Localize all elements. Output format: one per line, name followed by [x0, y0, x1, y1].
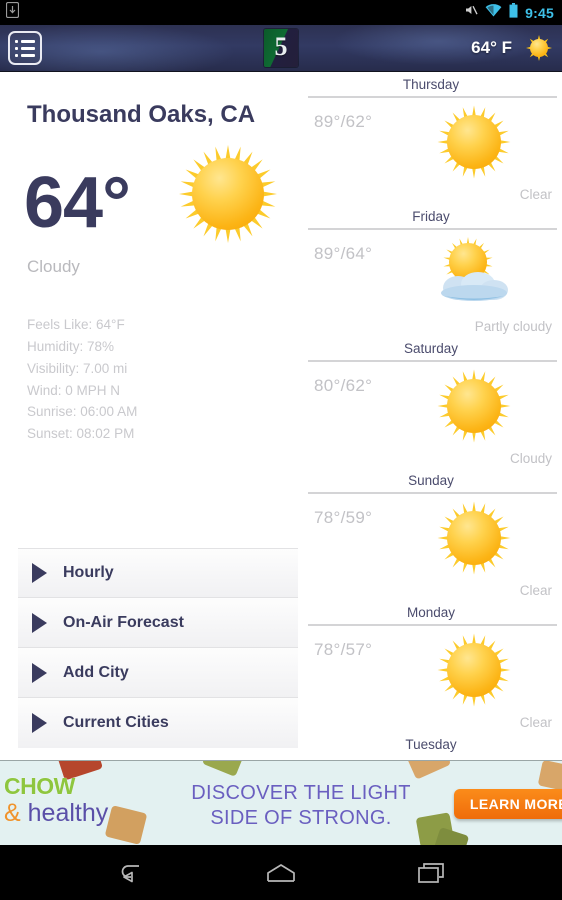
sidebar-item-label: Hourly	[63, 564, 114, 581]
sd-card-icon	[5, 1, 20, 23]
forecast-sun-icon	[436, 500, 512, 576]
android-navigation-bar	[0, 845, 562, 900]
city-name: Thousand Oaks, CA	[27, 101, 256, 128]
list-menu-icon[interactable]	[8, 31, 42, 65]
status-bar-right-icons: 9:45	[464, 2, 554, 23]
forecast-high-low: 80°/62°	[314, 376, 373, 395]
learn-more-button[interactable]: LEARN MORE	[453, 789, 562, 819]
forecast-condition: Partly cloudy	[474, 319, 552, 334]
forecast-condition: Clear	[519, 583, 552, 598]
app-action-bar: 5 64° F	[0, 25, 562, 72]
detail-humidity: Humidity: 78%	[27, 338, 115, 354]
current-condition-label: Cloudy	[27, 257, 80, 276]
forecast-day-label: Tuesday	[405, 737, 457, 752]
app-bar-right-group: 64° F	[471, 35, 552, 61]
daily-forecast-list[interactable]: Thursday 89°/62° Clear Friday 89°/64° Pa…	[300, 72, 562, 760]
detail-visibility: Visibility: 7.00 mi	[27, 360, 128, 376]
decorative-crumb	[537, 761, 562, 793]
triangle-right-icon	[32, 713, 47, 733]
forecast-sun-behind-cloud-icon	[436, 236, 512, 312]
sidebar-item-label: Current Cities	[63, 714, 169, 731]
brand-logo-label: 5	[274, 32, 288, 61]
current-conditions-panel: Thousand Oaks, CA 64° Cloudy Feels Like:…	[0, 72, 300, 760]
triangle-right-icon	[32, 612, 47, 633]
detail-feels-like: Feels Like: 64°F	[27, 317, 125, 332]
triangle-right-icon	[32, 662, 47, 683]
mute-icon	[464, 3, 478, 22]
ad-headline-line2: SIDE OF STRONG.	[210, 807, 392, 829]
sidebar-item-hourly[interactable]: Hourly	[18, 548, 298, 598]
forecast-high-low: 89°/64°	[314, 244, 373, 263]
current-temperature: 64°	[24, 163, 131, 243]
decorative-crumb	[406, 761, 452, 780]
back-icon[interactable]	[107, 853, 153, 893]
cloud-icon	[436, 272, 512, 302]
appbar-sun-icon	[526, 35, 552, 61]
ad-headline: DISCOVER THE LIGHT SIDE OF STRONG.	[176, 781, 426, 831]
ad-headline-line1: DISCOVER THE LIGHT	[191, 782, 411, 804]
forecast-day-tuesday-partial[interactable]: Tuesday	[300, 732, 562, 752]
detail-wind: Wind: 0 MPH N	[27, 382, 121, 398]
forecast-day-friday[interactable]: Friday 89°/64° Partly cloudy	[300, 204, 562, 336]
decorative-crumb	[201, 761, 245, 777]
forecast-day-label: Monday	[406, 605, 456, 620]
forecast-day-label: Friday	[412, 209, 450, 224]
ad-brand-logo: CHOW & healthy	[4, 773, 108, 827]
current-details-list: Feels Like: 64°F Humidity: 78% Visibilit…	[27, 314, 137, 445]
navigation-menu-list: Hourly On-Air Forecast Add City Current …	[18, 548, 298, 748]
recent-apps-icon[interactable]	[409, 853, 455, 893]
weather-app-screen: 9:45 5 64° F Thousand Oaks, CA 64° Cloud…	[0, 0, 562, 900]
status-bar-clock: 9:45	[525, 4, 554, 21]
sidebar-item-label: On-Air Forecast	[63, 613, 184, 631]
forecast-day-monday[interactable]: Monday 78°/57° Clear	[300, 600, 562, 732]
forecast-sun-icon	[436, 104, 512, 180]
forecast-high-low: 78°/59°	[314, 508, 373, 527]
ad-ampersand: &	[4, 799, 21, 827]
forecast-day-sunday[interactable]: Sunday 78°/59° Clear	[300, 468, 562, 600]
detail-sunrise: Sunrise: 06:00 AM	[27, 404, 138, 420]
battery-icon	[509, 2, 518, 23]
sidebar-item-add-city[interactable]: Add City	[18, 648, 298, 698]
forecast-day-thursday[interactable]: Thursday 89°/62° Clear	[300, 72, 562, 204]
wifi-icon	[485, 3, 502, 22]
forecast-high-low: 78°/57°	[314, 640, 373, 659]
appbar-temperature: 64° F	[471, 38, 512, 57]
decorative-crumb	[104, 805, 148, 845]
channel-5-logo[interactable]: 5	[264, 29, 298, 67]
ad-brand-line2: & healthy	[4, 800, 108, 826]
sidebar-item-label: Add City	[63, 663, 129, 681]
detail-sunset: Sunset: 08:02 PM	[27, 426, 135, 442]
forecast-day-label: Sunday	[408, 473, 454, 488]
ad-banner[interactable]: CHOW & healthy DISCOVER THE LIGHT SIDE O…	[0, 760, 562, 845]
sidebar-item-on-air-forecast[interactable]: On-Air Forecast	[18, 598, 298, 648]
forecast-sun-icon	[436, 632, 512, 708]
forecast-condition: Cloudy	[509, 451, 552, 466]
ad-brand-line1: CHOW	[4, 773, 75, 799]
forecast-day-saturday[interactable]: Saturday 80°/62° Cloudy	[300, 336, 562, 468]
forecast-condition: Clear	[519, 187, 552, 202]
status-bar-left-icons	[5, 1, 20, 23]
ad-brand-line2-text: healthy	[20, 799, 109, 827]
sidebar-item-current-cities[interactable]: Current Cities	[18, 698, 298, 748]
forecast-condition: Clear	[519, 715, 552, 730]
forecast-sun-icon	[436, 368, 512, 444]
forecast-high-low: 89°/62°	[314, 112, 373, 131]
main-content: Thousand Oaks, CA 64° Cloudy Feels Like:…	[0, 72, 562, 760]
current-weather-sun-icon	[178, 144, 278, 244]
forecast-day-label: Thursday	[402, 77, 460, 92]
home-icon[interactable]	[258, 853, 304, 893]
forecast-day-label: Saturday	[403, 341, 459, 356]
triangle-right-icon	[32, 563, 47, 583]
android-status-bar: 9:45	[0, 0, 562, 25]
